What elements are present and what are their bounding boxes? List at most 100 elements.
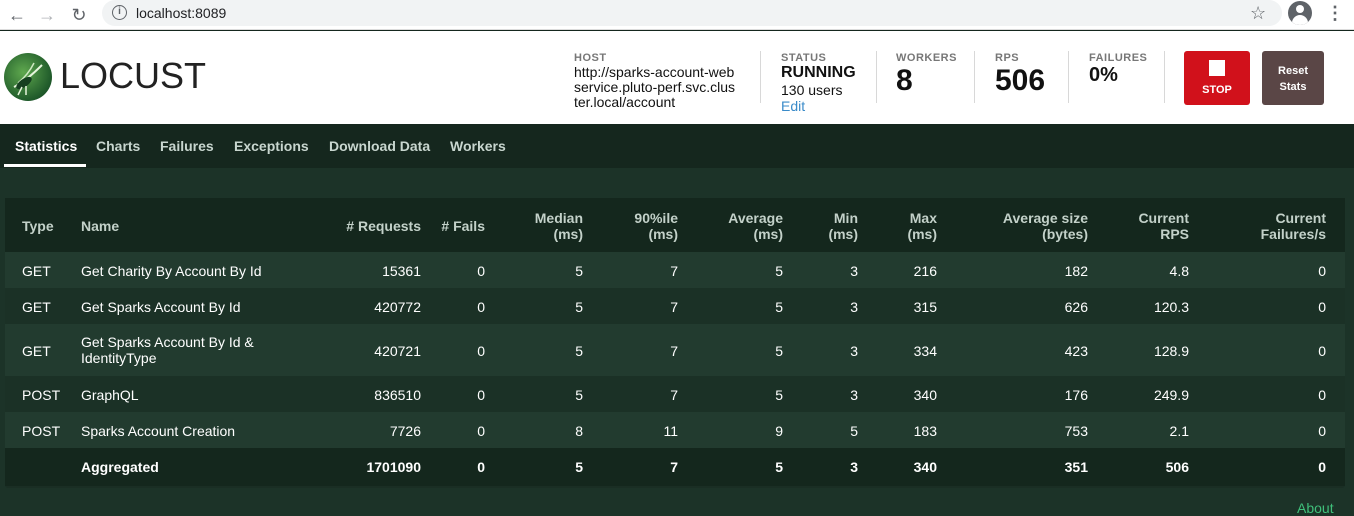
cell-average: 9 (775, 423, 783, 439)
cell-current-failures: 0 (1318, 387, 1326, 403)
info-icon[interactable]: i (112, 5, 127, 20)
cell-median: 5 (575, 343, 583, 359)
col-name[interactable]: Name (81, 218, 119, 234)
kebab-menu-icon[interactable]: ⋮ (1326, 3, 1344, 24)
locust-logo-icon (4, 53, 52, 101)
col-median[interactable]: Median (ms) (535, 210, 583, 242)
cell-avg-size: 423 (1064, 343, 1088, 359)
profile-icon[interactable] (1288, 1, 1312, 25)
cell-requests: 7726 (389, 423, 421, 439)
tab-statistics[interactable]: Statistics (15, 138, 77, 154)
workers-value: 8 (896, 64, 913, 97)
col-type[interactable]: Type (22, 218, 54, 234)
cell-min: 3 (850, 263, 858, 279)
divider (876, 51, 877, 103)
table-row: POST Sparks Account Creation 7726 0 8 11… (5, 412, 1345, 448)
stop-label: STOP (1202, 84, 1232, 96)
tab-download-data[interactable]: Download Data (329, 138, 430, 154)
host-stat: HOST http://sparks-account-webservice.pl… (574, 52, 738, 110)
col-min[interactable]: Min (ms) (828, 210, 858, 242)
rps-label: RPS (995, 52, 1020, 64)
cell-avg-size: 351 (1064, 459, 1088, 475)
divider (760, 51, 761, 103)
status-label: STATUS (781, 52, 827, 64)
reset-stats-button[interactable]: Reset Stats (1262, 51, 1324, 105)
cell-current-failures: 0 (1318, 343, 1326, 359)
cell-type: POST (22, 387, 61, 403)
rps-stat: RPS 506 (995, 52, 1045, 98)
table-row: GET Get Sparks Account By Id 420772 0 5 … (5, 288, 1345, 324)
cell-median: 5 (575, 299, 583, 315)
cell-average: 5 (775, 387, 783, 403)
cell-avg-size: 182 (1064, 263, 1088, 279)
cell-median: 5 (575, 263, 583, 279)
cell-type: GET (22, 263, 51, 279)
cell-current-failures: 0 (1318, 459, 1326, 475)
col-requests[interactable]: # Requests (346, 218, 421, 234)
stop-button[interactable]: STOP (1184, 51, 1250, 105)
about-link[interactable]: About (1297, 500, 1334, 516)
cell-avg-size: 753 (1064, 423, 1088, 439)
cell-average: 5 (775, 299, 783, 315)
cell-name: Get Sparks Account By Id (81, 299, 241, 315)
forward-arrow-icon[interactable]: → (36, 4, 58, 26)
cell-type: GET (22, 343, 51, 359)
edit-link[interactable]: Edit (781, 98, 856, 114)
statistics-panel: Type Name # Requests # Fails Median (ms) … (0, 168, 1354, 516)
divider (974, 51, 975, 103)
col-p90[interactable]: 90%ile (ms) (634, 210, 678, 242)
cell-p90: 7 (670, 459, 678, 475)
back-arrow-icon[interactable]: ← (6, 4, 28, 26)
cell-name: GraphQL (81, 387, 139, 403)
cell-current-failures: 0 (1318, 263, 1326, 279)
divider (1068, 51, 1069, 103)
cell-avg-size: 176 (1064, 387, 1088, 403)
star-icon[interactable]: ☆ (1250, 3, 1266, 24)
aggregated-row: Aggregated 1701090 0 5 7 5 3 340 351 506… (5, 448, 1345, 486)
cell-fails: 0 (477, 387, 485, 403)
cell-current-rps: 506 (1165, 459, 1189, 475)
tab-failures[interactable]: Failures (160, 138, 214, 154)
cell-current-rps: 249.9 (1153, 387, 1189, 403)
divider (1164, 51, 1165, 103)
cell-median: 8 (575, 423, 583, 439)
col-current-failures[interactable]: Current Failures/s (1261, 210, 1326, 242)
cell-requests: 15361 (382, 263, 421, 279)
cell-fails: 0 (477, 459, 485, 475)
browser-toolbar: ← → ↻ i localhost:8089 ☆ ⋮ (0, 0, 1354, 30)
host-value: http://sparks-account-webservice.pluto-p… (574, 64, 736, 110)
reload-icon[interactable]: ↻ (68, 4, 90, 26)
failures-label: FAILURES (1089, 52, 1148, 64)
url-text[interactable]: localhost:8089 (136, 5, 226, 21)
cell-type: POST (22, 423, 61, 439)
col-avg-size[interactable]: Average size (bytes) (1003, 210, 1088, 242)
cell-name: Sparks Account Creation (81, 423, 236, 439)
address-bar[interactable]: i localhost:8089 (102, 0, 1282, 26)
cell-average: 5 (775, 343, 783, 359)
tab-exceptions[interactable]: Exceptions (234, 138, 309, 154)
cell-min: 3 (850, 299, 858, 315)
cell-median: 5 (575, 387, 583, 403)
cell-average: 5 (775, 459, 783, 475)
cell-max: 216 (913, 263, 937, 279)
col-current-rps[interactable]: Current RPS (1138, 210, 1189, 242)
statistics-table: Type Name # Requests # Fails Median (ms) … (5, 198, 1345, 488)
tab-workers[interactable]: Workers (450, 138, 506, 154)
tab-charts[interactable]: Charts (96, 138, 140, 154)
cell-fails: 0 (477, 423, 485, 439)
cell-requests: 420772 (374, 299, 421, 315)
col-average[interactable]: Average (ms) (728, 210, 783, 242)
cell-current-rps: 128.9 (1153, 343, 1189, 359)
cell-p90: 7 (670, 387, 678, 403)
col-fails[interactable]: # Fails (441, 218, 485, 234)
cell-median: 5 (575, 459, 583, 475)
cell-fails: 0 (477, 263, 485, 279)
cell-p90: 7 (670, 343, 678, 359)
cell-avg-size: 626 (1064, 299, 1088, 315)
cell-current-rps: 2.1 (1169, 423, 1189, 439)
col-max[interactable]: Max (ms) (907, 210, 937, 242)
cell-max: 183 (913, 423, 937, 439)
cell-min: 3 (850, 459, 858, 475)
cell-name: Aggregated (81, 459, 159, 475)
stop-icon (1209, 60, 1225, 76)
